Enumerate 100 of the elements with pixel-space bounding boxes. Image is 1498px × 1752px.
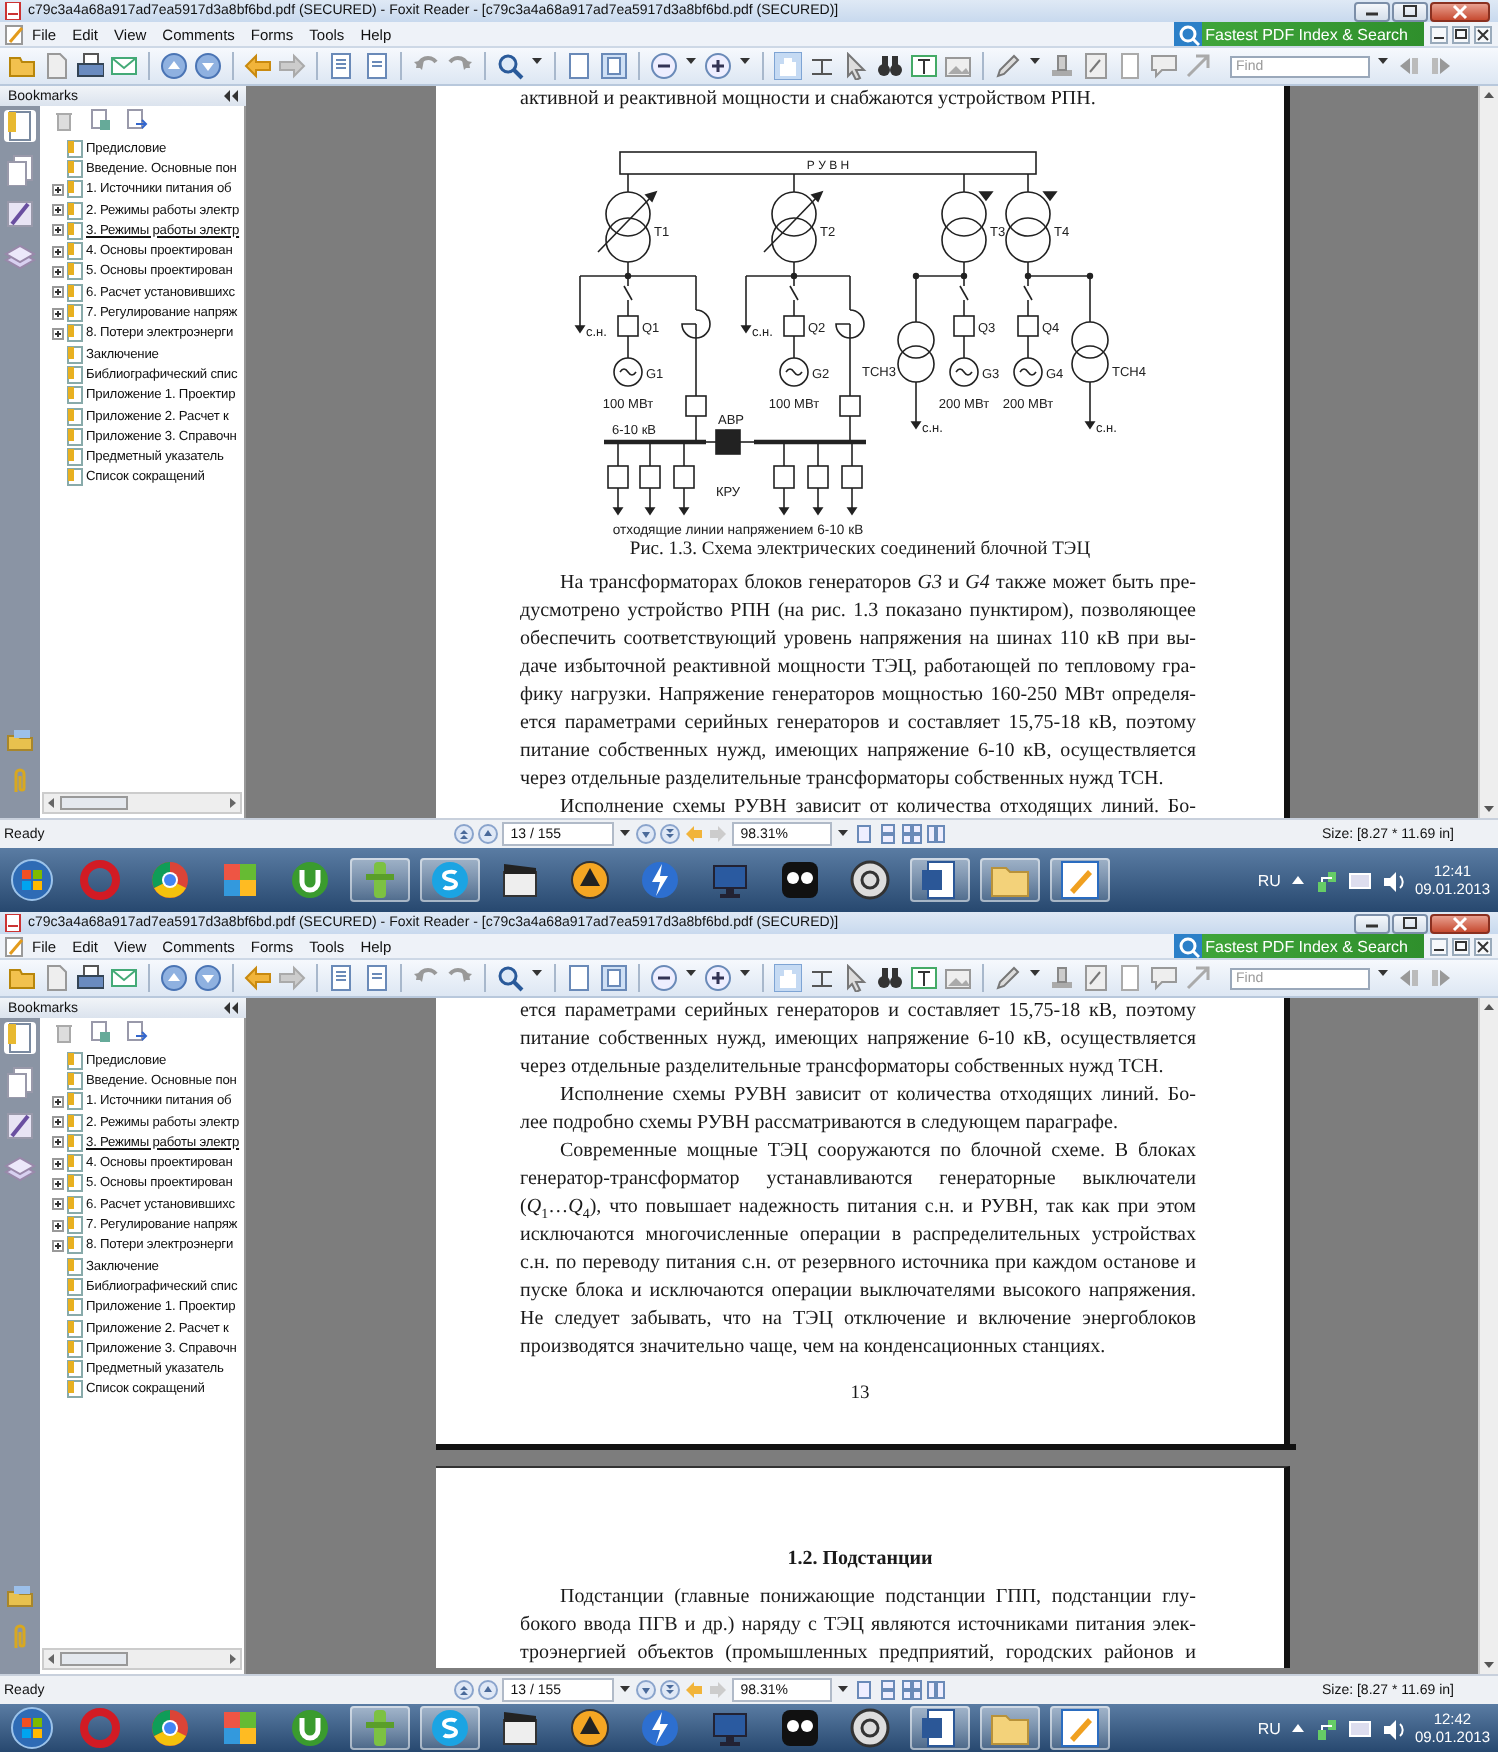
bookmark-icon[interactable] <box>66 139 84 158</box>
pen-icon[interactable] <box>4 198 36 230</box>
scroll-right-icon[interactable] <box>224 796 240 810</box>
network-icon[interactable] <box>1316 1717 1339 1739</box>
double-caret-down-icon[interactable] <box>660 824 681 844</box>
scroll-left-icon[interactable] <box>44 1652 60 1666</box>
comment-icon[interactable] <box>1150 52 1178 80</box>
printer-icon[interactable] <box>76 964 104 992</box>
lightning-icon[interactable] <box>638 1706 682 1750</box>
maximize-button[interactable] <box>1392 913 1428 933</box>
bubble-icon[interactable] <box>428 858 472 902</box>
bookmark-icon[interactable] <box>66 1380 84 1399</box>
bookmark-icon[interactable] <box>66 1298 84 1317</box>
language-indicator[interactable]: RU <box>1257 1719 1281 1737</box>
pencil-page-icon[interactable] <box>4 23 24 45</box>
mask-icon[interactable] <box>778 1706 822 1750</box>
squares-icon[interactable] <box>218 1706 262 1750</box>
plus-icon[interactable] <box>704 52 732 80</box>
bookmark-icon[interactable] <box>66 468 84 487</box>
expand-icon[interactable] <box>52 245 64 258</box>
facing-pages-icon[interactable] <box>902 1680 923 1700</box>
double-caret-down-icon[interactable] <box>660 1680 681 1700</box>
pages-icon[interactable] <box>4 1066 36 1098</box>
bookmark-icon[interactable] <box>66 1277 84 1296</box>
expand-icon[interactable] <box>52 1116 64 1129</box>
page-icon[interactable] <box>328 964 356 992</box>
continuous-pages-icon[interactable] <box>878 824 899 844</box>
scroll-left-icon[interactable] <box>44 796 60 810</box>
comment-icon[interactable] <box>1150 964 1178 992</box>
page-icon[interactable] <box>600 52 628 80</box>
page-plus-icon[interactable] <box>88 1020 112 1044</box>
page-icon[interactable] <box>600 964 628 992</box>
caret-up-icon[interactable] <box>1290 872 1307 888</box>
maximize-icon[interactable] <box>1400 3 1420 19</box>
bubble-icon[interactable] <box>428 1706 472 1750</box>
vertical-scrollbar[interactable] <box>1478 86 1498 818</box>
layers-icon[interactable] <box>4 1154 36 1186</box>
maximize-button[interactable] <box>1392 1 1428 21</box>
expand-icon[interactable] <box>52 204 64 217</box>
pencil-icon[interactable] <box>994 52 1022 80</box>
lightning-icon[interactable] <box>638 858 682 902</box>
bookmark-icon[interactable] <box>4 110 36 142</box>
expand-icon[interactable] <box>52 286 64 299</box>
expand-icon[interactable] <box>52 307 64 320</box>
minus-icon[interactable] <box>650 52 678 80</box>
expand-icon[interactable] <box>52 183 64 196</box>
caret-up-icon[interactable] <box>478 1680 499 1700</box>
pencil-page-icon[interactable] <box>4 935 24 957</box>
bookmark-icon[interactable] <box>66 365 84 384</box>
double-caret-up-icon[interactable] <box>454 824 475 844</box>
maximize-icon[interactable] <box>1400 915 1420 931</box>
expand-icon[interactable] <box>52 1198 64 1211</box>
minimize-button[interactable] <box>1354 913 1390 933</box>
horizontal-scrollbar[interactable] <box>42 1648 242 1670</box>
circle-icon[interactable] <box>288 858 332 902</box>
caret-up-icon[interactable] <box>478 824 499 844</box>
expand-icon[interactable] <box>52 1177 64 1190</box>
page-icon[interactable] <box>566 52 594 80</box>
clapperboard-icon[interactable] <box>498 858 542 902</box>
pen-icon[interactable] <box>1058 1706 1102 1750</box>
printer-icon[interactable] <box>76 52 104 80</box>
text-box-icon[interactable] <box>910 964 938 992</box>
expand-icon[interactable] <box>52 327 64 340</box>
expand-icon[interactable] <box>52 224 64 237</box>
wheel-icon[interactable] <box>148 1706 192 1750</box>
note-icon[interactable] <box>1082 52 1110 80</box>
display-icon[interactable] <box>1348 869 1373 891</box>
pen-icon[interactable] <box>4 1110 36 1142</box>
folder-icon[interactable] <box>8 52 36 80</box>
bookmark-icon[interactable] <box>66 1360 84 1379</box>
expand-icon[interactable] <box>52 1219 64 1232</box>
pen-icon[interactable] <box>1058 858 1102 902</box>
clapperboard-icon[interactable] <box>498 1706 542 1750</box>
two-columns-icon[interactable] <box>926 824 947 844</box>
next-result-icon[interactable] <box>1428 52 1454 80</box>
page-icon[interactable] <box>566 964 594 992</box>
plus-icon[interactable] <box>704 964 732 992</box>
page-icon[interactable] <box>328 52 356 80</box>
expand-icon[interactable] <box>52 1239 64 1252</box>
pages-icon[interactable] <box>4 154 36 186</box>
minimize-button[interactable] <box>1354 1 1390 21</box>
search-promo-button[interactable]: Fastest PDF Index & Search <box>1173 22 1424 46</box>
network-icon[interactable] <box>1316 869 1339 891</box>
pointer-icon[interactable] <box>842 964 870 992</box>
folder-icon[interactable] <box>8 964 36 992</box>
expand-icon[interactable] <box>52 265 64 278</box>
display-icon[interactable] <box>1348 1717 1373 1739</box>
bookmark-icon[interactable] <box>4 1022 36 1054</box>
pencil-icon[interactable] <box>994 964 1022 992</box>
minus-icon[interactable] <box>650 964 678 992</box>
layers-icon[interactable] <box>4 242 36 274</box>
caret-up-icon[interactable] <box>1290 1720 1307 1736</box>
scroll-thumb[interactable] <box>60 796 128 810</box>
expand-icon[interactable] <box>52 1095 64 1108</box>
scroll-right-icon[interactable] <box>224 1652 240 1666</box>
bookmark-icon[interactable] <box>66 427 84 446</box>
expand-icon[interactable] <box>52 1157 64 1170</box>
text-box-icon[interactable] <box>910 52 938 80</box>
next-result-icon[interactable] <box>1428 964 1454 992</box>
page-icon[interactable] <box>362 52 390 80</box>
